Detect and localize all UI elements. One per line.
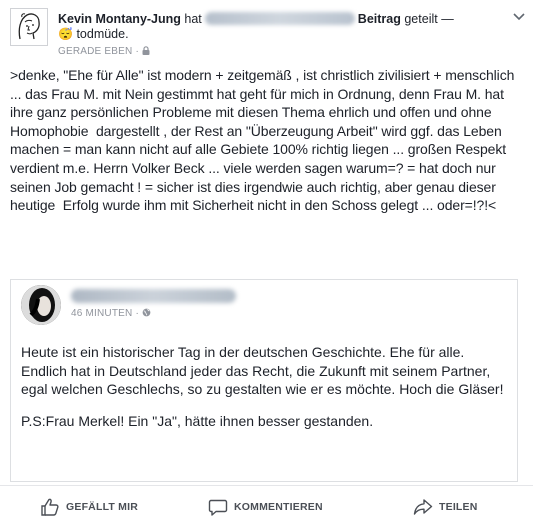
comment-label: KOMMENTIEREN: [234, 501, 323, 513]
comment-bubble-icon: [208, 499, 228, 516]
post-body-text: >denke, "Ehe für Alle" ist modern + zeit…: [10, 67, 519, 214]
meta-separator: ·: [135, 46, 139, 57]
sleepy-face-icon: 😴: [58, 27, 73, 41]
post-options-chevron-icon[interactable]: [513, 10, 525, 24]
feeling-text: todmüde.: [76, 27, 129, 41]
shared-post-meta: 46 MINUTEN ·: [71, 308, 151, 319]
author-avatar[interactable]: [10, 8, 48, 46]
shared-post-body: Heute ist ein historischer Tag in der de…: [21, 343, 511, 430]
meta-separator: ·: [135, 308, 139, 319]
feeling-line: 😴 todmüde.: [58, 26, 129, 42]
portrait-photo-icon: [21, 285, 61, 325]
shared-paragraph: Heute ist ein historischer Tag in der de…: [21, 344, 465, 360]
sketch-face-icon: [11, 9, 47, 45]
share-arrow-icon: [413, 499, 433, 515]
shared-post-link[interactable]: Beitrag: [358, 12, 401, 26]
shared-verb: geteilt —: [404, 12, 454, 26]
globe-icon[interactable]: [142, 308, 151, 317]
comment-button[interactable]: KOMMENTIEREN: [208, 486, 323, 528]
share-button[interactable]: TEILEN: [413, 486, 478, 528]
redacted-shared-author-name: [71, 289, 236, 303]
shared-post-timestamp[interactable]: 46 MINUTEN: [71, 308, 132, 319]
lock-icon[interactable]: [142, 46, 150, 55]
like-label: GEFÄLLT MIR: [66, 501, 138, 513]
author-verb: hat: [184, 12, 202, 26]
shared-author-avatar[interactable]: [21, 285, 61, 325]
shared-paragraph: Endlich hat in Deutschland jeder das Rec…: [21, 362, 504, 398]
author-name[interactable]: Kevin Montany-Jung: [58, 12, 181, 26]
post-card: Kevin Montany-Jung hat Beitrag geteilt — …: [0, 0, 533, 530]
action-bar: GEFÄLLT MIR KOMMENTIEREN TEILEN: [0, 485, 533, 528]
author-line: Kevin Montany-Jung hat Beitrag geteilt —: [58, 11, 508, 27]
thumbs-up-icon: [41, 498, 59, 516]
share-label: TEILEN: [439, 501, 478, 513]
post-header: Kevin Montany-Jung hat Beitrag geteilt — …: [10, 4, 525, 60]
like-button[interactable]: GEFÄLLT MIR: [40, 486, 138, 528]
post-meta: GERADE EBEN ·: [58, 46, 150, 57]
redacted-original-author: [204, 12, 355, 25]
shared-paragraph: P.S:Frau Merkel! Ein "Ja", hätte ihnen b…: [21, 412, 374, 429]
post-timestamp[interactable]: GERADE EBEN: [58, 46, 132, 57]
shared-post[interactable]: 46 MINUTEN · Heute ist ein historischer …: [10, 279, 518, 482]
